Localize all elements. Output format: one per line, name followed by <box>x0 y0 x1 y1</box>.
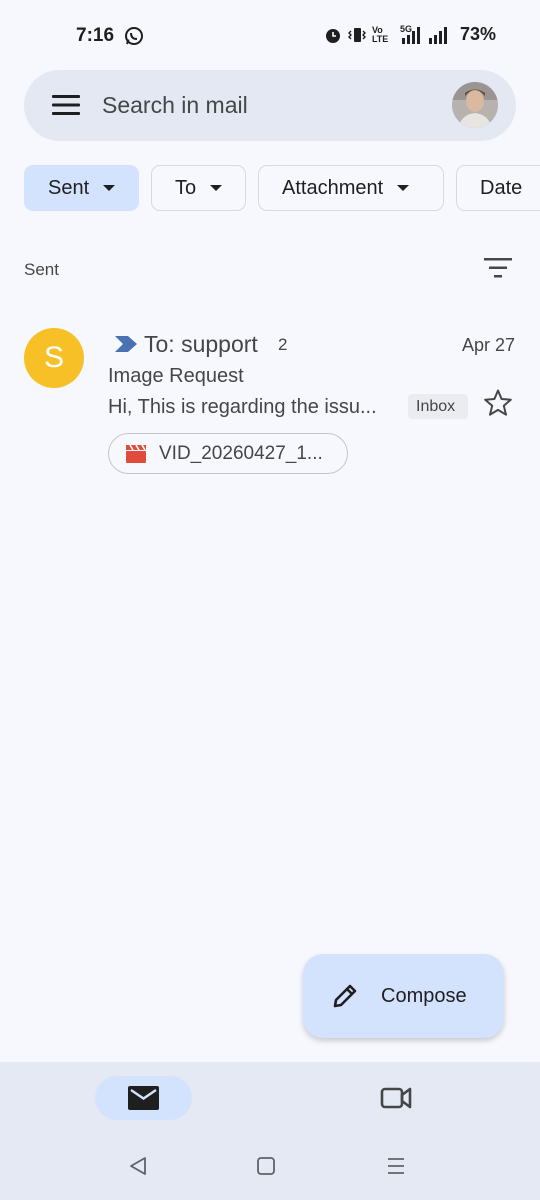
home-icon[interactable] <box>256 1156 276 1176</box>
search-bar[interactable]: Search in mail <box>24 70 516 141</box>
chevron-down-icon <box>397 185 410 191</box>
filter-icon[interactable] <box>484 256 512 280</box>
signal-icon <box>428 26 447 44</box>
status-icons: Vo LTE 5G 73% <box>324 24 496 45</box>
chip-label: Attachment <box>282 176 384 199</box>
email-subject: Image Request <box>108 365 244 387</box>
recents-icon[interactable] <box>386 1156 406 1176</box>
search-input[interactable]: Search in mail <box>102 92 248 119</box>
chip-label: Sent <box>48 176 90 199</box>
chip-sent[interactable]: Sent <box>24 165 139 211</box>
chip-date[interactable]: Date <box>456 165 540 211</box>
status-time: 7:16 <box>76 25 115 46</box>
video-clapper-icon <box>126 444 146 463</box>
chevron-down-icon <box>103 185 116 191</box>
email-recipient: To: support <box>144 331 258 357</box>
pencil-icon <box>333 984 357 1008</box>
chip-label: To <box>175 176 197 199</box>
mail-icon <box>128 1086 159 1110</box>
network-type: 5G <box>399 23 412 34</box>
video-camera-icon[interactable] <box>380 1084 412 1112</box>
chip-attachment[interactable]: Attachment <box>258 165 444 211</box>
compose-label: Compose <box>381 984 467 1007</box>
volte-indicator: Vo LTE <box>371 24 389 44</box>
chevron-down-icon <box>210 185 223 191</box>
battery-level: 73% <box>459 24 496 44</box>
system-navigation <box>0 1136 540 1200</box>
email-date: Apr 27 <box>461 335 515 355</box>
attachment-name: VID_20260427_1... <box>159 442 323 464</box>
email-snippet: Hi, This is regarding the issu... <box>108 396 377 418</box>
account-photo <box>452 82 498 128</box>
back-icon[interactable] <box>128 1156 148 1176</box>
label-badge: Inbox <box>408 394 468 419</box>
email-list-item[interactable]: S To: support 2 Apr 27 Image Request Hi,… <box>0 318 540 488</box>
thread-count: 2 <box>278 335 288 354</box>
status-bar: 7:16 Vo LTE 5G 73% <box>0 0 540 72</box>
chip-to[interactable]: To <box>151 165 246 211</box>
filter-chips: Sent To Attachment Date <box>24 165 540 213</box>
compose-button[interactable]: Compose <box>303 954 504 1038</box>
importance-marker-icon <box>115 336 137 352</box>
menu-icon[interactable] <box>52 94 80 116</box>
star-icon[interactable] <box>483 388 513 418</box>
alarm-icon <box>325 28 340 43</box>
chip-label: Date <box>480 176 523 199</box>
account-avatar[interactable] <box>452 82 498 128</box>
bottom-navigation <box>0 1062 540 1136</box>
whatsapp-icon <box>125 27 143 45</box>
attachment-chip[interactable]: VID_20260427_1... <box>108 433 348 474</box>
section-title: Sent <box>24 260 59 279</box>
nav-mail[interactable] <box>95 1076 192 1120</box>
sender-avatar[interactable]: S <box>24 328 84 388</box>
vibrate-icon <box>347 27 366 42</box>
